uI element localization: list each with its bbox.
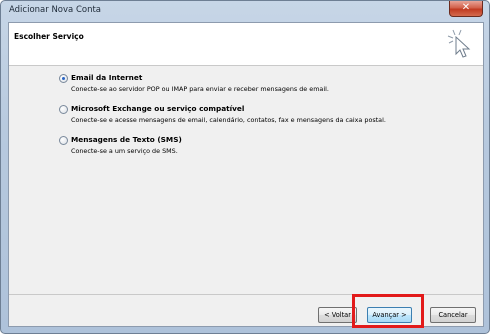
option-description: Conecte-se a um serviço de SMS. [71,147,178,155]
close-icon: ✕ [461,2,471,13]
option-label[interactable]: Email da Internet [71,73,142,82]
wizard-header: Escolher Serviço [9,23,483,66]
close-button[interactable]: ✕ [449,1,483,17]
radio-internet-email[interactable] [59,74,68,83]
window-title: Adicionar Nova Conta [9,5,102,15]
cursor-sparkle-icon [447,29,471,58]
dialog-window: Adicionar Nova Conta ✕ Escolher Serviço … [0,0,490,334]
cancel-button[interactable]: Cancelar [430,307,476,323]
option-description: Conecte-se e acesse mensagens de email, … [71,116,386,124]
title-bar[interactable]: Adicionar Nova Conta ✕ [1,1,489,21]
radio-exchange[interactable] [59,105,68,114]
option-description: Conecte-se ao servidor POP ou IMAP para … [71,85,329,93]
dialog-client-area: Escolher Serviço Email da Internet Conec… [8,22,484,327]
radio-sms[interactable] [59,136,68,145]
option-label[interactable]: Mensagens de Texto (SMS) [71,135,182,144]
page-title: Escolher Serviço [14,32,84,41]
option-label[interactable]: Microsoft Exchange ou serviço compatível [71,104,244,113]
highlight-box [352,294,424,328]
